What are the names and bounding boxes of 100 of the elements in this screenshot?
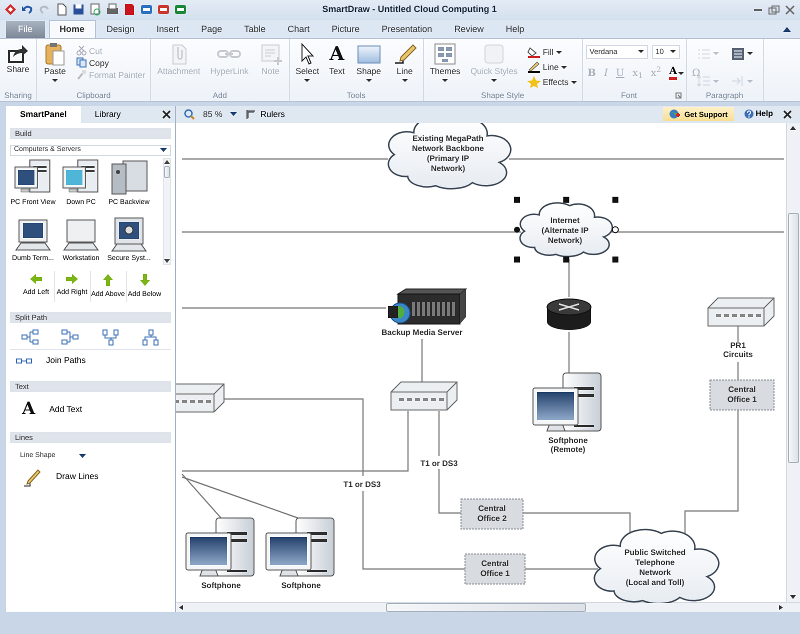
- ribbon-button[interactable]: Select: [292, 40, 322, 90]
- ribbon-button[interactable]: A Text: [326, 40, 348, 90]
- ribbon-tab[interactable]: Page: [190, 20, 234, 38]
- dropdown-caret-icon: [304, 78, 310, 82]
- help-button[interactable]: Help: [742, 108, 775, 120]
- scroll-down-icon[interactable]: [164, 258, 170, 264]
- text-tool-icon: A: [330, 42, 344, 66]
- copy-icon: [76, 57, 87, 68]
- selection-handle[interactable]: [563, 196, 570, 203]
- node-label: Softphone: [281, 580, 321, 590]
- magnifier-icon: [184, 108, 195, 120]
- dropdown-caret-icon: [746, 52, 753, 56]
- ribbon-tab[interactable]: Table: [233, 20, 277, 38]
- selection-handle[interactable]: [514, 256, 520, 262]
- ribbon-button[interactable]: Share: [3, 40, 33, 90]
- document-export-icon[interactable]: [140, 3, 153, 16]
- zoom-control[interactable]: 85 %: [184, 108, 238, 121]
- document-export-icon[interactable]: [157, 3, 170, 16]
- right-arrow-icon: [65, 272, 79, 285]
- node-label: T1 or DS3: [420, 458, 458, 468]
- dropdown-caret-icon: [491, 78, 498, 82]
- undo-icon[interactable]: [21, 3, 34, 16]
- pencil-icon: [392, 42, 417, 66]
- rulers-button[interactable]: Rulers: [245, 108, 285, 121]
- ribbon-tab[interactable]: Chart: [276, 20, 321, 38]
- close-icon[interactable]: [783, 110, 792, 119]
- dropdown-caret-icon: [678, 72, 684, 75]
- ribbon-tab[interactable]: Review: [443, 20, 495, 38]
- group-label: Clipboard: [75, 90, 112, 101]
- scrollbar-thumb[interactable]: [164, 166, 170, 178]
- window-title: SmartDraw - Untitled Cloud Computing 1: [321, 3, 498, 16]
- selection-handle[interactable]: [514, 196, 520, 203]
- spreadsheet-export-icon[interactable]: [174, 3, 187, 16]
- print-icon[interactable]: [106, 3, 119, 16]
- format-button[interactable]: A: [667, 66, 686, 80]
- node-label: Central Office 2: [477, 504, 507, 523]
- node-label: Backup Media Server: [382, 328, 462, 337]
- panel-command[interactable]: Join Paths: [6, 350, 175, 372]
- branch-icon: [21, 329, 40, 346]
- panel-tab[interactable]: SmartPanel: [6, 106, 81, 123]
- close-icon[interactable]: [162, 110, 171, 119]
- node-label: Internet (Alternate IP Network): [541, 216, 589, 245]
- brush-icon: [76, 69, 87, 80]
- bullet-list-icon: [696, 48, 711, 60]
- pencil-icon: [22, 466, 42, 487]
- down-arrow-icon: [138, 272, 150, 287]
- new-page-icon[interactable]: [55, 3, 68, 16]
- ribbon-tab[interactable]: Presentation: [370, 20, 444, 38]
- panel-command[interactable]: Draw Lines: [6, 464, 175, 490]
- dropdown-caret-icon: [712, 52, 719, 56]
- ribbon-button[interactable]: Shape: [352, 40, 386, 90]
- join-icon: [16, 358, 32, 364]
- node-label: Softphone: [201, 580, 241, 590]
- dropdown-caret-icon: [556, 50, 562, 54]
- globe-icon: [669, 108, 680, 120]
- node-label: Central Office 1: [727, 384, 757, 404]
- dropdown-caret-icon: [79, 454, 86, 458]
- connection-handle[interactable]: [514, 226, 520, 233]
- restore-icon[interactable]: [768, 4, 780, 15]
- ribbon-button[interactable]: Line: [390, 40, 420, 90]
- ribbon-tab[interactable]: Insert: [146, 20, 190, 38]
- dropdown-caret-icon: [230, 112, 238, 116]
- ribbon-button[interactable]: Themes: [426, 40, 464, 90]
- save-icon[interactable]: [72, 3, 85, 16]
- dialog-launcher-icon[interactable]: [674, 92, 682, 99]
- connector-line: [421, 338, 423, 382]
- ribbon-tab[interactable]: Help: [494, 20, 536, 38]
- connector-line: [568, 258, 570, 297]
- panel-command[interactable]: A Add Text: [6, 396, 175, 422]
- print-preview-icon[interactable]: [89, 3, 102, 16]
- scrollbar-thumb[interactable]: [788, 212, 799, 463]
- group-label: Paragraph: [704, 90, 744, 101]
- dropdown-caret-icon: [712, 80, 719, 83]
- ribbon-tab[interactable]: Picture: [320, 20, 371, 38]
- logo-icon[interactable]: [4, 3, 17, 16]
- ribbon-tab[interactable]: Design: [96, 20, 146, 38]
- selection-handle[interactable]: [612, 256, 618, 262]
- ribbon-button[interactable]: Line: [524, 60, 579, 75]
- selection-handle[interactable]: [612, 196, 618, 203]
- ribbon-button[interactable]: Copy: [74, 56, 148, 69]
- pdf-export-icon[interactable]: [123, 3, 136, 16]
- dropdown-caret-icon: [366, 78, 372, 82]
- ribbon-button[interactable]: Fill: [524, 44, 579, 60]
- grid-icon: [433, 42, 458, 66]
- panel-tab[interactable]: Library: [80, 106, 135, 123]
- align-icon: [730, 48, 745, 60]
- connector-line: [737, 362, 739, 380]
- pencil-icon: [526, 61, 541, 74]
- scrollbar[interactable]: [163, 158, 171, 265]
- ribbon-button[interactable]: Paste: [40, 40, 70, 90]
- dropdown-caret-icon: [560, 66, 567, 69]
- square-icon: [482, 42, 506, 66]
- indent-icon: [730, 75, 745, 88]
- ribbon-button[interactable]: Effects: [524, 74, 579, 90]
- group-label: Add: [212, 90, 228, 101]
- ribbon-tab[interactable]: Home: [48, 20, 96, 38]
- collapse-ribbon-icon[interactable]: [782, 24, 792, 33]
- connection-handle[interactable]: [612, 226, 619, 234]
- scrollbar-thumb[interactable]: [386, 603, 586, 612]
- group-label: Tools: [346, 90, 366, 101]
